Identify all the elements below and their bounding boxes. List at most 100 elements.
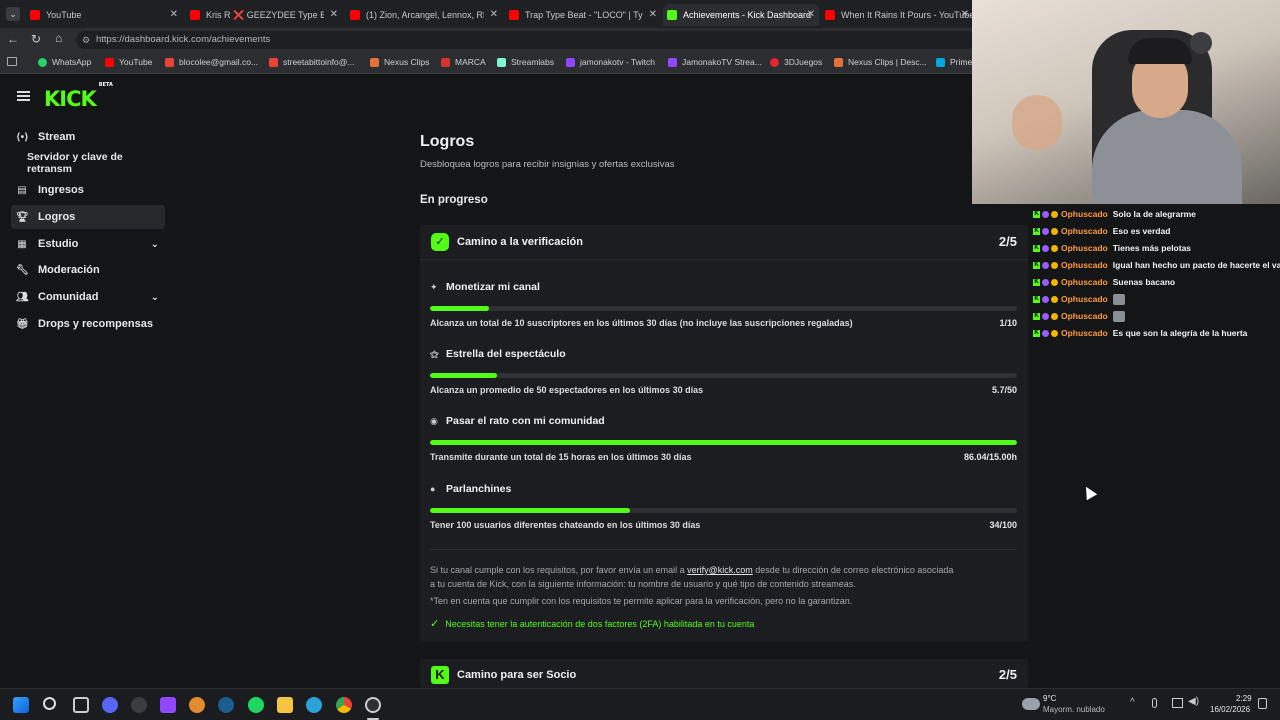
bookmark-item[interactable]: Prime xyxy=(936,57,972,67)
broadcast-icon: ◉ xyxy=(430,415,438,426)
sidebar-item-estudio[interactable]: ▦ Estudio ⌄ xyxy=(11,232,165,256)
bookmark-item[interactable]: MARCA xyxy=(441,57,486,67)
task-view-icon[interactable] xyxy=(73,697,89,713)
back-icon[interactable]: ← xyxy=(7,32,19,46)
sidebar-item-comunidad[interactable]: 👥︎ Comunidad ⌄ xyxy=(11,285,165,309)
sidebar-item-drops[interactable]: 🎁︎ Drops y recompensas xyxy=(11,312,165,336)
gift-badge-icon xyxy=(1051,278,1058,286)
close-icon[interactable]: ✕ xyxy=(330,9,338,20)
close-icon[interactable]: ✕ xyxy=(807,9,815,20)
menu-icon[interactable] xyxy=(17,91,30,101)
subscriber-badge-icon xyxy=(1042,261,1049,269)
emote-icon xyxy=(1112,293,1125,305)
tab-search-icon[interactable] xyxy=(7,57,17,66)
sidebar-item-stream-key[interactable]: Servidor y clave de retransm xyxy=(11,151,165,175)
webcam-hand xyxy=(1012,95,1062,150)
chat-message: K Ophuscado Tienes más pelotas xyxy=(1033,243,1192,253)
subscriber-badge-icon xyxy=(1042,295,1049,303)
folder-icon xyxy=(834,57,843,67)
close-icon[interactable]: ✕ xyxy=(961,9,969,20)
home-icon[interactable]: ⌂ xyxy=(55,31,62,45)
3djuegos-icon xyxy=(770,57,779,67)
bookmark-item[interactable]: streetabittoinfo@... xyxy=(269,57,354,67)
income-icon: ▤ xyxy=(17,184,27,196)
address-bar[interactable]: ⚙ https://dashboard.kick.com/achievement… xyxy=(76,31,976,49)
twitch-icon[interactable] xyxy=(160,697,176,713)
close-icon[interactable]: ✕ xyxy=(490,9,498,20)
microphone-icon[interactable] xyxy=(1152,698,1157,708)
clock-date[interactable]: 16/02/2026 xyxy=(1210,705,1250,714)
verified-badge-icon: ✓ xyxy=(431,233,449,251)
bookmark-item[interactable]: Nexus Clips | Desc... xyxy=(834,57,927,67)
browser-tab[interactable]: Kris R ❌ GEEZYDEE Type Beat - " ✕ xyxy=(186,4,342,26)
divider xyxy=(420,259,1028,260)
community-icon: 👥︎ xyxy=(16,291,29,303)
chrome-icon[interactable] xyxy=(336,697,352,713)
sidebar-item-ingresos[interactable]: ▤ Ingresos xyxy=(11,178,165,202)
kick-logo[interactable]: KICKBETA xyxy=(44,82,113,111)
page-subtitle: Desbloquea logros para recibir insignias… xyxy=(420,159,675,170)
bookmark-item[interactable]: YouTube xyxy=(105,57,152,67)
gift-badge-icon xyxy=(1051,295,1058,303)
spotify-icon[interactable] xyxy=(248,697,264,713)
tab-list-chevron-icon[interactable]: ⌄ xyxy=(6,7,20,21)
volume-icon[interactable]: ◀) xyxy=(1188,696,1199,707)
browser-tab[interactable]: Trap Type Beat - "LOCO" | Type Be ✕ xyxy=(505,4,661,26)
whatsapp-icon xyxy=(38,57,47,67)
sidebar-item-stream[interactable]: ⟨•⟩ Stream xyxy=(11,125,165,149)
windows-start-icon[interactable] xyxy=(13,697,29,713)
bookmark-item[interactable]: Streamlabs xyxy=(497,57,554,67)
close-icon[interactable]: ✕ xyxy=(170,9,178,20)
notifications-icon[interactable] xyxy=(1258,698,1267,709)
subscriber-badge-icon xyxy=(1042,278,1049,286)
network-icon[interactable] xyxy=(1172,698,1183,708)
gmail-icon xyxy=(165,57,174,67)
kick-badge-icon: K xyxy=(1033,329,1040,337)
prime-icon xyxy=(936,57,945,67)
gift-icon: 🎁︎ xyxy=(16,318,29,330)
bookmark-item[interactable]: WhatsApp xyxy=(38,57,91,67)
verify-email-link[interactable]: verify@kick.com xyxy=(687,565,753,575)
bookmark-item[interactable]: jamonakotv - Twitch xyxy=(566,57,655,67)
card-header[interactable]: K Camino para ser Socio 2/5 xyxy=(420,659,1028,688)
clock-time[interactable]: 2:29 xyxy=(1236,694,1252,703)
app-icon[interactable] xyxy=(189,697,205,713)
browser-tab-active[interactable]: Achievements - Kick Dashboard ✕ xyxy=(663,4,819,26)
gift-badge-icon xyxy=(1051,261,1058,269)
gift-badge-icon xyxy=(1051,244,1058,252)
mouse-cursor-icon xyxy=(1080,483,1098,501)
verification-note: *Ten en cuenta que cumplir con los requi… xyxy=(430,596,853,606)
progress-bar xyxy=(430,306,1017,311)
sidebar-item-moderacion[interactable]: 🔧︎ Moderación xyxy=(11,258,165,282)
browser-tab[interactable]: When It Rains It Pours - YouTube ✕ xyxy=(821,4,973,26)
xbox-icon[interactable] xyxy=(131,697,147,713)
discord-icon[interactable] xyxy=(102,697,118,713)
stream-icon: ⟨•⟩ xyxy=(16,131,29,143)
bookmark-item[interactable]: Nexus Clips xyxy=(370,57,429,67)
file-explorer-icon[interactable] xyxy=(277,697,293,713)
obs-icon[interactable] xyxy=(365,697,381,713)
verification-info: Si tu canal cumple con los requisitos, p… xyxy=(430,565,954,589)
card-header[interactable]: ✓ Camino a la verificación 2/5 xyxy=(420,225,1028,259)
chat-message: K Ophuscado Igual han hecho un pacto de ha… xyxy=(1033,260,1280,270)
browser-tab[interactable]: (1) Zion, Arcangel, Lennox, RKM, C ✕ xyxy=(346,4,502,26)
tray-chevron-icon[interactable]: ^ xyxy=(1130,697,1135,708)
achievement-group-card: K Camino para ser Socio 2/5 xyxy=(420,659,1028,688)
kick-badge-icon: K xyxy=(1033,312,1040,320)
search-icon[interactable] xyxy=(43,697,56,710)
trophy-icon: 🏆︎ xyxy=(16,211,29,223)
close-icon[interactable]: ✕ xyxy=(649,9,657,20)
site-info-icon[interactable]: ⚙ xyxy=(82,31,90,49)
bookmark-item[interactable]: 3DJuegos xyxy=(770,57,822,67)
weather-icon[interactable] xyxy=(1022,698,1040,710)
reload-icon[interactable]: ↻ xyxy=(31,32,41,46)
achievement-title: ⚝ Estrella del espectáculo xyxy=(430,348,566,360)
bookmark-item[interactable]: JamonakoTV Strea... xyxy=(668,57,762,67)
achievement-description: Alcanza un total de 10 suscriptores en l… xyxy=(430,318,853,328)
browser-tab[interactable]: YouTube ✕ xyxy=(26,4,182,26)
folder-icon xyxy=(370,57,379,67)
sidebar-item-logros[interactable]: 🏆︎ Logros xyxy=(11,205,165,229)
bookmark-item[interactable]: blocolee@gmail.co... xyxy=(165,57,258,67)
steam-icon[interactable] xyxy=(218,697,234,713)
edge-icon[interactable] xyxy=(306,697,322,713)
